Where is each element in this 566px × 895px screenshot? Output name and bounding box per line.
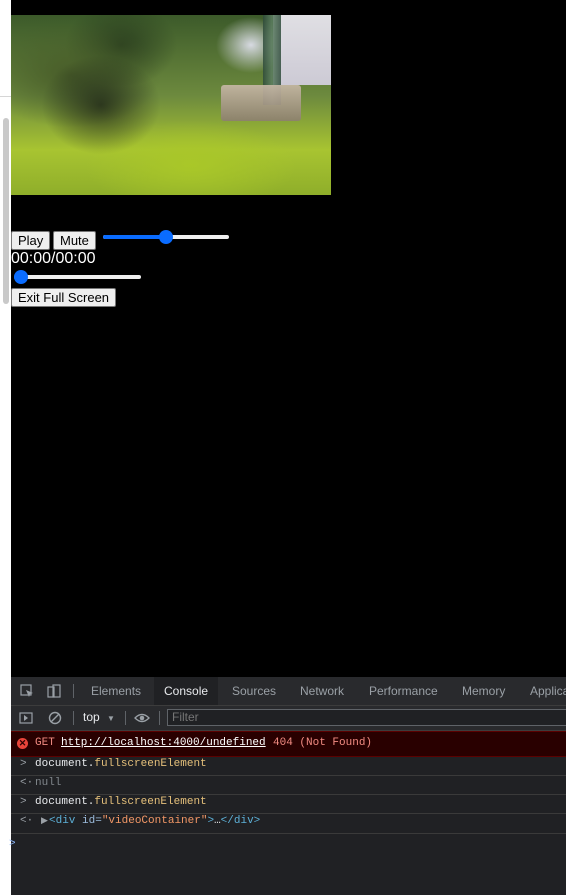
toolbar-divider-2: [125, 711, 126, 725]
tab-network[interactable]: Network: [290, 677, 354, 705]
video-player[interactable]: [11, 15, 331, 195]
tag-close: </div>: [220, 815, 261, 827]
sidebar-toggle-icon[interactable]: [19, 711, 33, 725]
command-text: document.fullscreenElement: [35, 796, 207, 808]
volume-thumb[interactable]: [159, 230, 173, 244]
toolbar-divider-3: [159, 711, 160, 725]
tag-ellipsis: …: [214, 815, 221, 827]
progress-track: [14, 275, 141, 279]
console-command-row: > document.fullscreenElement: [11, 756, 566, 776]
console-command-row: > document.fullscreenElement: [11, 794, 566, 814]
context-selector[interactable]: top ▼: [83, 710, 115, 724]
tab-memory[interactable]: Memory: [452, 677, 515, 705]
console-input-prompt[interactable]: >: [9, 838, 16, 850]
error-status: 404 (Not Found): [273, 737, 373, 749]
clear-console-icon[interactable]: [48, 711, 62, 725]
browser-left-edge: [0, 0, 11, 895]
devtools-tabbar: Elements Console Sources Network Perform…: [11, 677, 566, 706]
play-button[interactable]: Play: [11, 231, 51, 250]
console-result-row: <· null: [11, 775, 566, 795]
result-value: null: [35, 777, 62, 789]
tab-elements[interactable]: Elements: [81, 677, 151, 705]
tab-performance[interactable]: Performance: [359, 677, 448, 705]
input-prompt-icon: >: [20, 796, 27, 808]
tab-application[interactable]: Applica: [520, 677, 566, 705]
volume-fill: [103, 235, 166, 239]
console-result-row: <· ▶ <div id="videoContainer">…</div>: [11, 813, 566, 834]
console-error-row: ✕ GET http://localhost:4000/undefined 40…: [11, 731, 566, 757]
expand-triangle-icon[interactable]: ▶: [41, 816, 48, 826]
console-filter-input[interactable]: [167, 709, 566, 726]
command-object: document.: [35, 796, 95, 808]
error-method: GET: [35, 737, 55, 749]
live-expression-eye-icon[interactable]: [134, 711, 150, 725]
command-text: document.fullscreenElement: [35, 758, 207, 770]
result-element-node[interactable]: <div id="videoContainer">…</div>: [49, 815, 260, 827]
tabbar-divider: [73, 684, 74, 698]
error-icon: ✕: [17, 738, 28, 749]
scrollbar-thumb[interactable]: [3, 118, 9, 304]
toolbar-divider: [73, 711, 74, 725]
tab-console[interactable]: Console: [154, 677, 219, 705]
command-property: fullscreenElement: [94, 796, 207, 808]
tag-attr-value: "videoContainer": [101, 815, 208, 827]
result-arrow-icon: <·: [20, 815, 34, 827]
inspect-element-icon[interactable]: [20, 684, 34, 698]
result-arrow-icon: <·: [20, 777, 34, 789]
context-label: top: [83, 710, 100, 724]
tag-attr: id=: [82, 815, 102, 827]
chevron-down-icon: ▼: [107, 714, 115, 723]
tab-sources[interactable]: Sources: [222, 677, 286, 705]
console-toolbar: top ▼: [11, 706, 566, 731]
mute-button[interactable]: Mute: [53, 231, 96, 250]
device-toolbar-icon[interactable]: [47, 684, 61, 698]
devtools-panel: Elements Console Sources Network Perform…: [11, 677, 566, 895]
volume-slider[interactable]: [103, 229, 229, 245]
command-object: document.: [35, 758, 95, 770]
progress-slider[interactable]: [14, 269, 141, 285]
tag-open: <div: [49, 815, 83, 827]
error-url-link[interactable]: http://localhost:4000/undefined: [61, 737, 266, 749]
divider: [0, 96, 11, 97]
progress-thumb[interactable]: [14, 270, 28, 284]
input-prompt-icon: >: [20, 758, 27, 770]
time-display: 00:00/00:00: [11, 250, 96, 267]
exit-fullscreen-button[interactable]: Exit Full Screen: [11, 288, 117, 307]
video-rock: [221, 85, 301, 121]
video-shade: [41, 55, 161, 155]
command-property: fullscreenElement: [94, 758, 207, 770]
video-sky: [273, 15, 331, 85]
